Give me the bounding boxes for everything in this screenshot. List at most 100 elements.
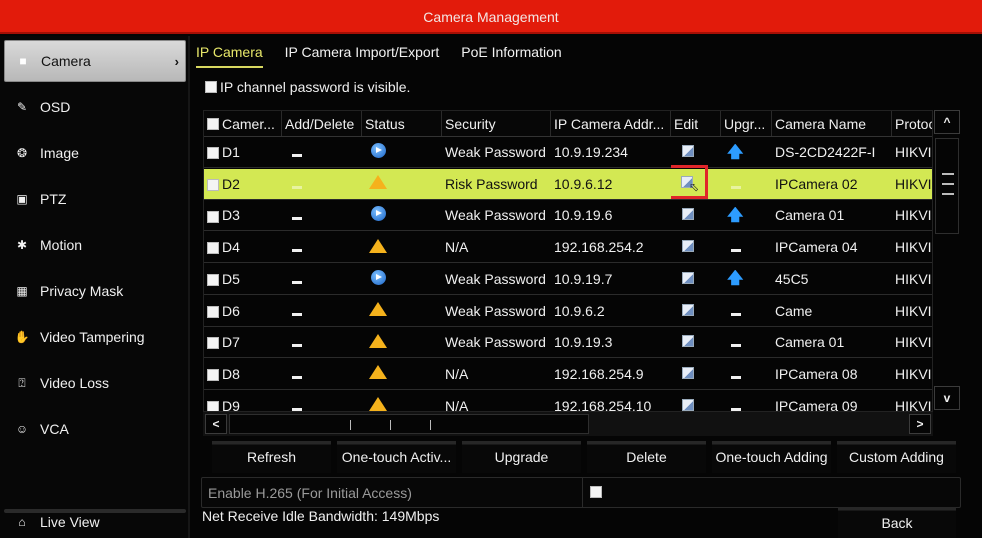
sidebar-item-privacy-mask[interactable]: ▦ Privacy Mask — [4, 270, 186, 312]
remove-icon[interactable] — [292, 249, 302, 253]
row-checkbox[interactable] — [207, 400, 219, 411]
row-checkbox[interactable] — [207, 242, 219, 255]
remove-icon[interactable] — [292, 185, 302, 189]
vertical-scroll-thumb[interactable] — [935, 138, 959, 234]
edit-cell — [671, 239, 721, 255]
h265-checkbox[interactable] — [590, 486, 602, 498]
camera-name-cell: IPCamera 04 — [775, 239, 858, 256]
table-row[interactable]: D6 Weak Password 10.9.6.2 Came HIKVIS — [204, 296, 932, 327]
camera-table: Camer... Add/Delete Status Security IP C… — [203, 110, 933, 412]
select-all-checkbox[interactable] — [207, 117, 219, 130]
no-upgrade-dash — [731, 249, 741, 253]
edit-icon[interactable] — [682, 145, 694, 157]
add-delete-cell[interactable] — [282, 303, 362, 319]
add-delete-cell[interactable] — [282, 207, 362, 223]
delete-button[interactable]: Delete — [587, 441, 706, 473]
tab-ip-camera[interactable]: IP Camera — [196, 44, 263, 68]
back-button[interactable]: Back — [838, 507, 956, 538]
upgrade-button[interactable]: Upgrade — [462, 441, 581, 473]
edit-highlight-box[interactable]: ⬁ — [671, 165, 708, 200]
sidebar-item-video-loss[interactable]: ⍰ Video Loss — [4, 362, 186, 404]
table-row[interactable]: D4 N/A 192.168.254.2 IPCamera 04 HIKVIS — [204, 232, 932, 264]
table-row[interactable]: D9 N/A 192.168.254.10 IPCamera 09 HIKVIS — [204, 391, 932, 411]
table-row[interactable]: D8 N/A 192.168.254.9 IPCamera 08 HIKVIS — [204, 359, 932, 390]
password-visible-checkbox[interactable] — [205, 81, 217, 93]
sidebar-item-ptz[interactable]: ▣ PTZ — [4, 178, 186, 220]
edit-icon[interactable] — [682, 303, 694, 316]
scroll-right-button[interactable]: > — [909, 414, 931, 434]
add-delete-cell[interactable] — [282, 398, 362, 411]
row-checkbox[interactable] — [207, 337, 219, 350]
live-view-button[interactable]: ⌂ Live View — [4, 502, 186, 538]
horizontal-scrollbar[interactable]: < > — [203, 412, 933, 436]
tab-ip-camera-import-export[interactable]: IP Camera Import/Export — [285, 44, 440, 68]
remove-icon[interactable] — [292, 280, 302, 284]
remove-icon[interactable] — [292, 154, 302, 157]
tab-poe-information[interactable]: PoE Information — [461, 44, 561, 68]
remove-icon[interactable] — [292, 375, 302, 379]
upgrade-cell — [721, 398, 772, 411]
table-row[interactable]: D1 Weak Password 10.9.19.234 🡅 DS-2CD2422F-I… — [204, 137, 932, 168]
row-checkbox[interactable] — [207, 178, 219, 191]
add-delete-cell[interactable] — [282, 271, 362, 287]
add-delete-cell[interactable] — [282, 144, 362, 160]
column-header-add-delete[interactable]: Add/Delete — [282, 111, 362, 136]
remove-icon[interactable] — [292, 312, 302, 316]
add-delete-cell[interactable] — [282, 176, 362, 192]
sidebar-item-vca[interactable]: ☺ VCA — [4, 408, 186, 450]
table-row[interactable]: D2 Risk Password 10.9.6.12 ⬁ IPCamera 02 HIKV… — [204, 165, 932, 200]
upgrade-arrow-icon[interactable]: 🡅 — [727, 207, 743, 224]
column-header-ip-address[interactable]: IP Camera Addr... — [551, 111, 671, 136]
sidebar-item-image[interactable]: ❂ Image — [4, 132, 186, 174]
scroll-down-button[interactable]: v — [934, 386, 960, 410]
horizontal-scroll-thumb[interactable] — [229, 414, 589, 434]
sidebar-item-motion[interactable]: ✱ Motion — [4, 224, 186, 266]
remove-icon[interactable] — [292, 344, 302, 348]
row-checkbox[interactable] — [207, 210, 219, 223]
one-touch-activate-button[interactable]: One-touch Activ... — [337, 441, 456, 473]
table-row[interactable]: D3 Weak Password 10.9.19.6 🡅 Camera 01 HIKVIS — [204, 200, 932, 232]
edit-icon[interactable] — [682, 271, 694, 284]
row-checkbox[interactable] — [207, 305, 219, 318]
row-checkbox[interactable] — [207, 369, 219, 382]
edit-icon[interactable] — [682, 366, 694, 379]
custom-adding-button[interactable]: Custom Adding — [837, 441, 956, 473]
status-cell — [362, 206, 442, 224]
scroll-up-button[interactable]: ^ — [934, 110, 960, 134]
column-header-status[interactable]: Status — [362, 111, 442, 136]
upgrade-arrow-icon[interactable]: 🡅 — [727, 144, 743, 161]
column-header-camera[interactable]: Camer... — [204, 111, 282, 136]
row-checkbox[interactable] — [207, 274, 219, 287]
one-touch-adding-button[interactable]: One-touch Adding — [712, 441, 831, 473]
edit-icon[interactable] — [682, 208, 694, 221]
edit-icon[interactable] — [682, 398, 694, 411]
upgrade-cell — [721, 239, 772, 255]
column-header-security[interactable]: Security — [442, 111, 551, 136]
sidebar-item-osd[interactable]: ✎ OSD — [4, 86, 186, 128]
add-delete-cell[interactable] — [282, 334, 362, 350]
edit-icon[interactable] — [682, 335, 694, 348]
security-cell: Weak Password — [445, 334, 546, 351]
sidebar-item-label: Camera — [41, 53, 91, 69]
row-checkbox[interactable] — [207, 147, 219, 160]
table-row[interactable]: D5 Weak Password 10.9.19.7 🡅 45C5 HIKVIS — [204, 264, 932, 295]
add-delete-cell[interactable] — [282, 239, 362, 255]
vertical-scrollbar[interactable]: ^ v — [934, 110, 960, 412]
channel-cell: D5 — [204, 271, 282, 287]
table-row[interactable]: D7 Weak Password 10.9.19.3 Camera 01 HIKVIS — [204, 327, 932, 359]
sidebar-item-camera[interactable]: ■ Camera › — [4, 40, 186, 82]
column-header-upgrade[interactable]: Upgr... — [721, 111, 772, 136]
remove-icon[interactable] — [292, 407, 302, 411]
upgrade-arrow-icon[interactable]: 🡅 — [727, 271, 743, 287]
remove-icon[interactable] — [292, 217, 302, 221]
column-header-protocol[interactable]: Protoc — [892, 111, 932, 136]
scroll-left-button[interactable]: < — [205, 414, 227, 434]
sidebar-item-video-tampering[interactable]: ✋ Video Tampering — [4, 316, 186, 358]
security-cell: Weak Password — [445, 144, 546, 160]
add-delete-cell[interactable] — [282, 366, 362, 382]
edit-icon[interactable] — [682, 240, 694, 253]
refresh-button[interactable]: Refresh — [212, 441, 331, 473]
window-title: Camera Management — [0, 0, 982, 34]
column-header-camera-name[interactable]: Camera Name — [772, 111, 892, 136]
column-header-edit[interactable]: Edit — [671, 111, 721, 136]
